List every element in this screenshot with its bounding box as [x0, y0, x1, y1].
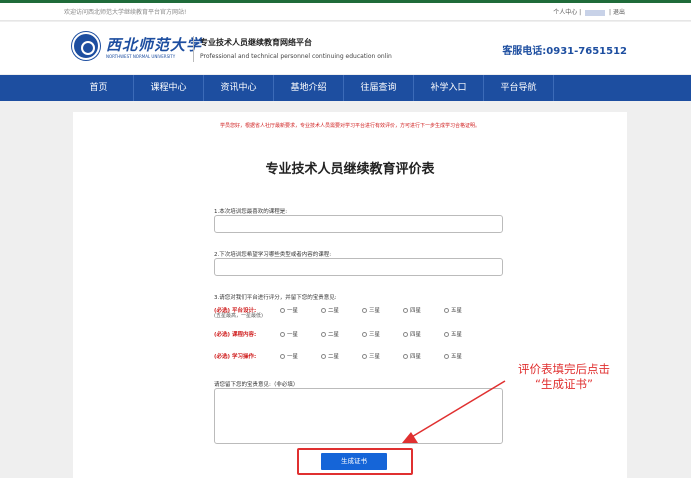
rating-option[interactable]: 二星: [321, 352, 339, 360]
desired-course-input[interactable]: [214, 258, 503, 276]
rating-label: (必选) 学习操作:: [214, 354, 257, 360]
radio-icon[interactable]: [403, 354, 408, 359]
radio-icon[interactable]: [403, 332, 408, 337]
rating-option[interactable]: 三星: [362, 352, 380, 360]
rating-option[interactable]: 二星: [321, 306, 339, 314]
annotation-line-1: 评价表填完后点击: [518, 362, 610, 376]
university-logo-en: NORTHWEST NORMAL UNIVERSITY: [106, 54, 176, 59]
rating-option[interactable]: 五星: [444, 330, 462, 338]
separator: |: [579, 9, 582, 16]
main-nav: 首页 课程中心 资讯中心 基地介绍 往届查询 补学入口 平台导航: [0, 75, 691, 101]
annotation-line-2: “生成证书”: [535, 377, 593, 391]
site-title: 专业技术人员继续教育网络平台: [200, 38, 312, 47]
rating-option[interactable]: 五星: [444, 352, 462, 360]
radio-icon[interactable]: [280, 308, 285, 313]
university-logo-text: 西北师范大学: [106, 36, 203, 54]
rating-option[interactable]: 四星: [403, 352, 421, 360]
nav-makeup-entry[interactable]: 补学入口: [414, 75, 484, 101]
radio-icon[interactable]: [362, 354, 367, 359]
radio-icon[interactable]: [280, 332, 285, 337]
nav-home[interactable]: 首页: [64, 75, 134, 101]
radio-icon[interactable]: [444, 308, 449, 313]
question-2-label: 2.下次培训您希望学习哪些类型或者内容的课程:: [214, 252, 332, 258]
site-header: 西北师范大学 NORTHWEST NORMAL UNIVERSITY 专业技术人…: [0, 22, 691, 74]
rating-option[interactable]: 一星: [280, 330, 298, 338]
rating-option[interactable]: 二星: [321, 330, 339, 338]
username-redacted: [585, 9, 606, 16]
annotation-callout: 评价表填完后点击 “生成证书”: [510, 362, 618, 392]
logout-link[interactable]: 退出: [613, 9, 625, 16]
radio-icon[interactable]: [403, 308, 408, 313]
radio-icon[interactable]: [321, 308, 326, 313]
radio-icon[interactable]: [444, 354, 449, 359]
personal-center-link[interactable]: 个人中心: [553, 9, 577, 16]
rating-option[interactable]: 一星: [280, 352, 298, 360]
nav-courses[interactable]: 课程中心: [134, 75, 204, 101]
form-title: 专业技术人员继续教育评价表: [265, 162, 435, 177]
evaluation-panel: 学员您好，根据省人社厅最新要求，专业技术人员需要对学习平台进行有效评价，方可进行…: [73, 112, 627, 478]
generate-certificate-button[interactable]: 生成证书: [321, 453, 387, 470]
radio-icon[interactable]: [321, 354, 326, 359]
rating-platform-design: (必选) 平台设计: (五星最高，一星最低) 一星 二星 三星 四星 五星: [214, 306, 514, 319]
nav-past-query[interactable]: 往届查询: [344, 75, 414, 101]
rating-option[interactable]: 一星: [280, 306, 298, 314]
notice-text: 学员您好，根据省人社厅最新要求，专业技术人员需要对学习平台进行有效评价，方可进行…: [219, 123, 480, 129]
question-3-label: 3.请您对我们平台进行评分，并留下您的宝贵意见:: [214, 295, 337, 301]
comment-textarea[interactable]: [214, 388, 503, 444]
rating-option[interactable]: 四星: [403, 330, 421, 338]
separator: |: [609, 9, 612, 16]
university-seal-icon: [72, 32, 100, 60]
favorite-course-input[interactable]: [214, 215, 503, 233]
nav-platform-guide[interactable]: 平台导航: [484, 75, 554, 101]
rating-option[interactable]: 三星: [362, 330, 380, 338]
radio-icon[interactable]: [444, 332, 449, 337]
radio-icon[interactable]: [280, 354, 285, 359]
rating-learning-operation: (必选) 学习操作: 一星 二星 三星 四星 五星: [214, 352, 514, 362]
top-bar: 欢迎访问西北师范大学继续教育平台官方网站! 个人中心 | | 退出: [0, 3, 691, 21]
rating-label: (必选) 课程内容:: [214, 332, 257, 338]
user-links: 个人中心 | | 退出: [553, 7, 625, 16]
generate-button-highlight: 生成证书: [297, 448, 413, 475]
rating-option[interactable]: 三星: [362, 306, 380, 314]
comment-label: 请您留下您的宝贵意见:（非必填）: [214, 382, 299, 388]
site-subtitle: Professional and technical personnel con…: [200, 53, 392, 60]
nav-news[interactable]: 资讯中心: [204, 75, 274, 101]
radio-icon[interactable]: [321, 332, 326, 337]
nav-base-intro[interactable]: 基地介绍: [274, 75, 344, 101]
radio-icon[interactable]: [362, 308, 367, 313]
logo-divider: [193, 36, 194, 62]
question-1-label: 1.本次培训您最喜欢的课程是:: [214, 209, 288, 215]
rating-note: (五星最高，一星最低): [214, 313, 263, 319]
service-hotline: 客服电话:0931-7651512: [502, 46, 627, 57]
rating-option[interactable]: 五星: [444, 306, 462, 314]
radio-icon[interactable]: [362, 332, 367, 337]
rating-course-content: (必选) 课程内容: 一星 二星 三星 四星 五星: [214, 330, 514, 340]
rating-option[interactable]: 四星: [403, 306, 421, 314]
welcome-text: 欢迎访问西北师范大学继续教育平台官方网站!: [64, 9, 187, 16]
